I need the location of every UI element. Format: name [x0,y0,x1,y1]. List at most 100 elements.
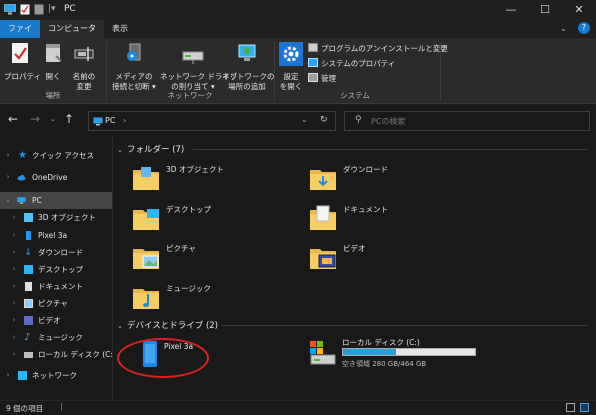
chevron-right-icon[interactable]: › [10,227,18,244]
tab-view[interactable]: 表示 [106,20,134,38]
qa-customize-icon[interactable]: |▾ [48,4,56,14]
network-location-icon [238,44,256,61]
up-arrow-icon[interactable]: ↑ [64,112,74,126]
title-bar: |▾ PC — ☐ ✕ [0,0,596,20]
window-title: PC [64,4,76,14]
map-drive-button[interactable]: ネットワーク ドライブ の割り当て ▾ [160,42,238,92]
search-input[interactable] [371,114,571,128]
devices-group-header[interactable]: ⌄ デバイスとドライブ (2) [117,319,218,331]
properties-button[interactable]: プロパティ [4,42,41,82]
nav-item-videos[interactable]: › ビデオ [0,312,112,329]
new-folder-qa-icon[interactable] [34,4,44,15]
nav-item-downloads[interactable]: › ↓ ダウンロード [0,244,112,261]
chevron-right-icon[interactable]: › [10,329,18,346]
group-divider [193,149,588,150]
details-view-icon[interactable] [566,403,575,412]
open-settings-button[interactable]: 設定 を開く [278,42,304,92]
ribbon-collapse-icon[interactable]: ⌄ [560,24,567,33]
device-local-disk[interactable]: ローカル ディスク (C:) 空き領域 280 GB/464 GB [308,336,488,372]
chevron-right-icon[interactable]: › [10,346,18,363]
recent-chevron-icon[interactable]: ⌄ [50,115,56,123]
nav-item-3d-objects[interactable]: › 3D オブジェクト [0,209,112,226]
open-settings-label: 設定 を開く [279,72,303,91]
chevron-right-icon[interactable]: › [10,312,18,329]
disk-usage-bar [342,348,476,356]
status-bar: 9 個の項目 | [0,400,596,415]
nav-item-pixel-3a[interactable]: › Pixel 3a [0,227,112,244]
system-properties-icon [308,58,318,67]
manage-button[interactable]: 管理 [308,73,336,84]
search-box[interactable]: ⚲ [344,111,590,131]
cloud-icon [17,174,26,181]
chevron-right-icon[interactable]: › [10,244,18,261]
rename-button[interactable]: 名前の 変更 [68,42,100,92]
search-icon: ⚲ [355,115,362,125]
chevron-right-icon[interactable]: › [10,261,18,278]
nav-label: ピクチャ [38,299,68,308]
nav-item-network[interactable]: › ネットワーク [0,367,112,384]
help-icon[interactable]: ? [578,22,590,34]
close-button[interactable]: ✕ [562,0,596,20]
system-group-label: システム [340,91,370,100]
map-drive-icon [182,51,204,64]
documents-folder-icon [310,205,336,230]
large-icons-view-icon[interactable] [580,403,589,412]
forward-arrow-icon[interactable]: → [30,112,40,126]
breadcrumb-chevron-icon[interactable]: › [123,116,126,125]
chevron-right-icon[interactable]: › [4,367,12,384]
nav-label: ビデオ [38,316,61,325]
chevron-down-icon[interactable]: ⌄ [117,322,127,330]
system-properties-button[interactable]: システムのプロパティ [308,58,395,69]
disk-icon [24,352,33,358]
ribbon: プロパティ 開く 名前の 変更 場所 メディアの 接続と切断 ▾ ネットワーク … [0,38,596,104]
address-bar[interactable]: PC › ⌄ ↻ [88,111,336,131]
folder-item[interactable]: 3D オブジェクト [131,161,311,197]
network-icon [18,371,27,380]
chevron-down-icon[interactable]: ⌄ [117,146,127,154]
nav-label: ローカル ディスク (C:) [38,350,116,359]
nav-item-music[interactable]: › ♪ ミュージック [0,329,112,346]
chevron-right-icon[interactable]: › [4,169,12,186]
address-dropdown-icon[interactable]: ⌄ [301,115,308,124]
folder-item[interactable]: ドキュメント [308,201,488,237]
nav-item-pictures[interactable]: › ピクチャ [0,295,112,312]
chevron-right-icon[interactable]: › [4,147,12,164]
uninstall-button[interactable]: プログラムのアンインストールと変更 [308,43,448,54]
chevron-right-icon[interactable]: › [10,278,18,295]
open-button[interactable]: 開く [40,42,66,82]
folder-item[interactable]: ダウンロード [308,161,488,197]
media-connect-button[interactable]: メディアの 接続と切断 ▾ [110,42,158,92]
media-connect-label: メディアの 接続と切断 ▾ [112,72,156,91]
nav-label: クイック アクセス [32,151,95,160]
minimize-button[interactable]: — [494,0,528,20]
nav-item-local-disk[interactable]: › ローカル ディスク (C:) [0,346,116,363]
nav-item-documents[interactable]: › ドキュメント [0,278,112,295]
map-drive-label: ネットワーク ドライブ の割り当て ▾ [160,72,238,91]
nav-item-desktop[interactable]: › デスクトップ [0,261,112,278]
folder-label: ビデオ [343,244,366,253]
star-icon: ★ [18,150,27,161]
folder-item[interactable]: ミュージック [131,280,311,316]
chevron-right-icon[interactable]: › [10,209,18,226]
maximize-button[interactable]: ☐ [528,0,562,20]
picture-icon [24,299,33,308]
tab-file[interactable]: ファイル [0,20,40,51]
folder-item[interactable]: デスクトップ [131,201,311,237]
group-divider [221,325,588,326]
add-network-location-button[interactable]: ネットワークの 場所の追加 [222,42,275,92]
folder-label: 3D オブジェクト [166,165,224,174]
chevron-right-icon[interactable]: › [10,295,18,312]
refresh-icon[interactable]: ↻ [320,115,328,125]
back-arrow-icon[interactable]: ← [8,112,18,126]
tab-computer[interactable]: コンピューター [40,20,104,51]
chevron-down-icon[interactable]: ⌄ [4,192,12,209]
properties-icon [12,43,28,63]
nav-item-quick-access[interactable]: › ★ クイック アクセス [0,147,112,164]
nav-item-onedrive[interactable]: › OneDrive [0,169,112,186]
nav-label: ミュージック [38,333,83,342]
nav-item-pc[interactable]: ⌄ PC [0,192,112,209]
properties-qa-icon[interactable] [20,4,30,15]
folders-group-header[interactable]: ⌄ フォルダー (7) [117,143,184,155]
folder-item[interactable]: ビデオ [308,240,488,276]
folder-item[interactable]: ピクチャ [131,240,311,276]
